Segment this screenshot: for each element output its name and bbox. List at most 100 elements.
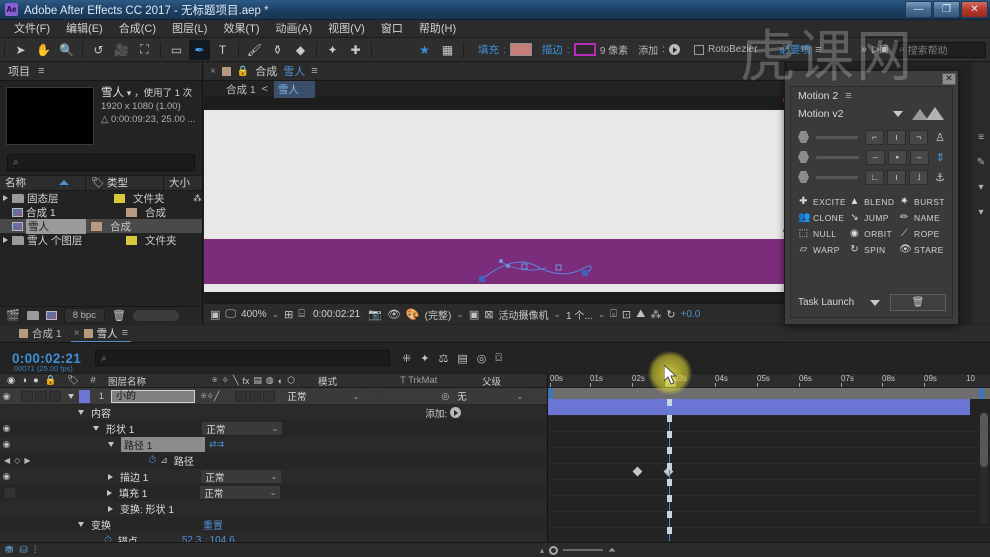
work-area-bar[interactable] — [548, 388, 990, 399]
graph-editor-icon[interactable]: ⊿ — [160, 455, 168, 466]
mountain-icon[interactable] — [910, 106, 946, 121]
table-row-shape1[interactable]: ◉ 形状 1 正常 ⌄ — [0, 421, 547, 437]
stare-button[interactable]: 👁 STARE — [899, 244, 946, 255]
rail-chevron-down-icon-2[interactable]: ▾ — [978, 207, 983, 218]
align-middle-right-pad[interactable]: – — [909, 149, 929, 165]
toggle-switches-modes-icon[interactable]: ⛃ — [5, 545, 13, 556]
comp-flowchart-icon[interactable]: ⛁ — [19, 545, 27, 556]
timeline-vertical-scrollbar[interactable] — [980, 413, 988, 523]
rail-menu-icon[interactable]: ≡ — [978, 132, 984, 143]
work-area-end-handle[interactable] — [979, 388, 984, 399]
zoom-in-icon[interactable]: ⏶ — [608, 545, 616, 556]
views-chevron-down-icon[interactable]: ⌄ — [598, 309, 606, 320]
column-layer-name[interactable]: 图层名称 — [102, 374, 212, 388]
slider-knob-2[interactable] — [798, 151, 809, 163]
path-group-visibility-icon[interactable]: ◉ — [0, 439, 13, 450]
close-tab-icon[interactable]: × — [210, 66, 216, 77]
name-button[interactable]: ✏ NAME — [899, 212, 946, 223]
zoom-out-icon[interactable]: ▴ — [540, 546, 544, 555]
reset-exposure-icon[interactable]: ↻ — [666, 308, 675, 321]
puppet-pin-tool-icon[interactable]: ✚ — [345, 40, 366, 60]
lock-icon[interactable]: 🔒 — [237, 66, 249, 77]
rotation-tool-icon[interactable]: ↺ — [88, 40, 109, 60]
menu-help[interactable]: 帮助(H) — [411, 20, 464, 38]
burst-button[interactable]: ✷ BURST — [899, 196, 946, 207]
drag-handle-icon[interactable]: ⁞ — [34, 545, 37, 556]
next-keyframe-icon[interactable]: ▶ — [24, 456, 30, 465]
resolution-chevron-down-icon[interactable]: ⌄ — [456, 309, 464, 320]
path-direction-icon-2[interactable]: ⇉ — [217, 439, 225, 450]
layer-solo-toggle[interactable] — [35, 390, 47, 402]
keyframe-diamond-icon[interactable]: ◇ — [14, 456, 20, 465]
graph-row[interactable] — [548, 496, 990, 512]
delete-icon[interactable]: 🗑 — [112, 309, 126, 322]
views-value[interactable]: 1 个... — [566, 307, 593, 322]
region-interest-icon[interactable]: ▣ — [469, 308, 479, 321]
slider-track-3[interactable] — [816, 175, 859, 179]
rotobezier-group[interactable]: RotoBezier — [693, 44, 757, 55]
align-top-right-pad[interactable]: ¬ — [909, 129, 929, 145]
switch-box-1[interactable] — [235, 390, 248, 402]
text-tool-icon[interactable]: T — [212, 40, 233, 60]
close-button[interactable]: ✕ — [961, 0, 988, 18]
menu-animation[interactable]: 动画(A) — [268, 20, 321, 38]
tab-composition-name[interactable]: 雪人 — [283, 63, 305, 79]
rotobezier-checkbox[interactable] — [693, 44, 704, 55]
switch-collapse-icon[interactable]: ✧ — [206, 391, 214, 402]
graph-editor-icon[interactable]: ◎ — [477, 352, 487, 365]
stroke-label[interactable]: 描边 — [542, 42, 563, 57]
expand-arrow-icon[interactable] — [108, 442, 114, 447]
fill-label[interactable]: 填充 — [478, 42, 499, 57]
tab-project[interactable]: 项目 — [8, 63, 30, 79]
exposure-value[interactable]: +0.0 — [681, 309, 701, 320]
switch-quality-icon[interactable]: ╱ — [214, 391, 219, 402]
menu-view[interactable]: 视图(V) — [320, 20, 373, 38]
warp-button[interactable]: ▱ WARP — [798, 244, 846, 255]
channels-icon[interactable]: 🎨 — [406, 308, 420, 321]
new-composition-icon[interactable] — [45, 311, 57, 320]
table-row-layer[interactable]: ◉ 1 小的 ⍟ ✧ ╱ 正常 ⌄ ◎ 无 ⌄ — [0, 388, 547, 405]
layer-duration-bar[interactable] — [548, 399, 970, 416]
menu-file[interactable]: 文件(F) — [6, 20, 58, 38]
layer-expand-arrow-icon[interactable] — [68, 393, 74, 399]
graph-row[interactable] — [548, 512, 990, 528]
stroke-visibility-icon[interactable]: ◉ — [0, 471, 13, 482]
align-bottom-left-pad[interactable]: ∟ — [865, 169, 885, 185]
slider-track-1[interactable] — [816, 135, 859, 139]
close-tab-icon[interactable]: × — [74, 328, 80, 339]
switch-box-2[interactable] — [249, 390, 262, 402]
hide-shy-layers-icon[interactable]: ⌼ — [495, 352, 502, 365]
project-menu-icon[interactable]: ≡ — [38, 65, 44, 77]
grid-icon[interactable]: ▦ — [437, 40, 458, 60]
list-item[interactable]: 固态层 文件夹 ⁂ — [0, 191, 202, 205]
workspace-group[interactable]: 必要项 ≡ — [779, 42, 821, 57]
menu-composition[interactable]: 合成(C) — [111, 20, 164, 38]
spin-button[interactable]: ↻ SPIN — [849, 244, 896, 255]
table-row-contents[interactable]: 内容 添加: — [0, 405, 547, 421]
timeline-tab-snowman[interactable]: × 雪人 ≡ — [70, 326, 132, 342]
fast-preview-icon[interactable]: ⊡ — [622, 308, 631, 321]
motion2-menu-icon[interactable]: ≡ — [845, 90, 851, 102]
selection-tool-icon[interactable]: ➤ — [10, 40, 31, 60]
stroke-color-swatch[interactable] — [573, 43, 596, 56]
project-search-input[interactable]: ⌕ — [7, 154, 195, 171]
composition-canvas[interactable] — [204, 98, 784, 303]
layer-name-input[interactable]: 小的 — [111, 389, 195, 403]
table-row-transform[interactable]: 变换 重置 — [0, 517, 547, 533]
region-of-interest-icon[interactable]: ▣ — [210, 308, 220, 321]
expand-arrow-icon[interactable] — [108, 473, 113, 480]
jump-button[interactable]: ↘ JUMP — [849, 212, 896, 223]
table-row-path-property[interactable]: ◀ ◇ ▶ ⏱ ⊿ 路径 — [0, 453, 547, 469]
chevron-down-icon[interactable]: ▾ — [127, 88, 132, 98]
task-launch-select[interactable]: Task Launch — [798, 297, 884, 308]
work-area-start-handle[interactable] — [548, 388, 553, 399]
menu-edit[interactable]: 编辑(E) — [58, 20, 111, 38]
column-tag[interactable]: 🏷 — [86, 175, 104, 191]
null-button[interactable]: ⬚ NULL — [798, 228, 846, 239]
expand-arrow-icon[interactable] — [3, 237, 8, 243]
excite-button[interactable]: ✚ EXCITE — [798, 196, 846, 207]
motion2-close-button[interactable]: ✕ — [942, 72, 956, 85]
video-preview-icon[interactable]: ▷▣ — [872, 44, 889, 55]
pixel-aspect-icon[interactable]: ⌺ — [610, 308, 617, 321]
zoom-tool-icon[interactable]: 🔍 — [56, 40, 77, 60]
